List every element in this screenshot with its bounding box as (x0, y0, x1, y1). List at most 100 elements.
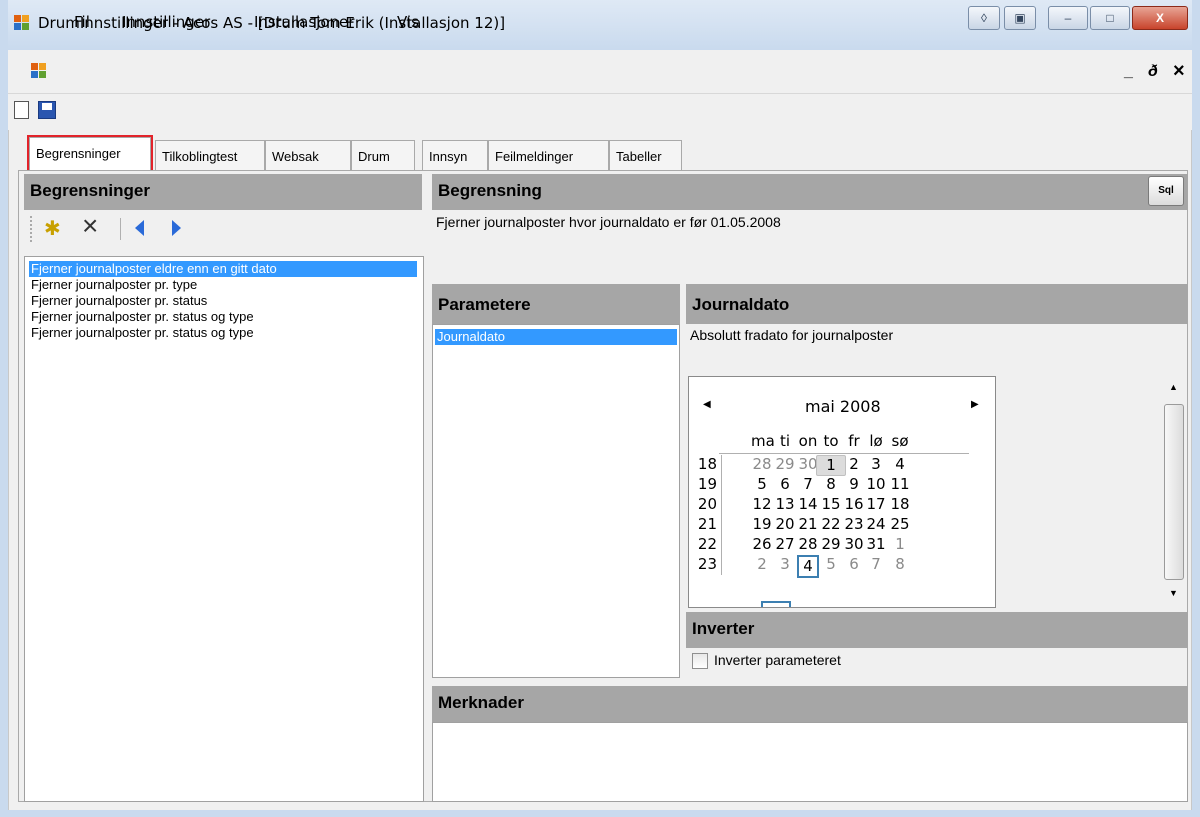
calendar-day[interactable]: 9 (843, 475, 865, 494)
mdi-restore-button[interactable]: ð (1148, 63, 1158, 81)
calendar-day[interactable]: 28 (797, 535, 819, 554)
calendar-day[interactable]: 28 (751, 455, 773, 474)
move-down-icon[interactable] (172, 220, 181, 236)
new-document-icon[interactable] (14, 101, 29, 119)
begrensninger-header: Begrensninger (24, 174, 422, 210)
calendar-day[interactable]: 22 (820, 515, 842, 534)
list-item[interactable]: Fjerner journalposter eldre enn en gitt … (29, 261, 417, 277)
calendar-day[interactable]: 25 (889, 515, 911, 534)
calendar-day[interactable]: 17 (865, 495, 887, 514)
calendar-header-divider (719, 453, 969, 454)
scroll-thumb[interactable] (1164, 404, 1184, 580)
calendar-day[interactable]: 13 (774, 495, 796, 514)
calendar-day-header: to (823, 432, 839, 450)
calendar-day[interactable]: 6 (774, 475, 796, 494)
tab-tilkoblingtest[interactable]: Tilkoblingtest (155, 140, 265, 170)
calendar-day[interactable]: 4 (797, 555, 819, 578)
delete-item-icon[interactable]: × (82, 210, 98, 242)
journaldato-description: Absolutt fradato for journalposter (690, 327, 894, 343)
prev-month-arrow[interactable]: ◀ (703, 399, 711, 410)
calendar-day-header: ti (779, 432, 791, 450)
inverter-checkbox-label[interactable]: Inverter parameteret (714, 652, 841, 668)
calendar-month-label[interactable]: mai 2008 (805, 397, 881, 416)
mdi-child-icon[interactable] (31, 63, 47, 79)
calendar-day[interactable]: 2 (843, 455, 865, 474)
calendar-day[interactable]: 30 (843, 535, 865, 554)
menu-fil[interactable]: Fil (74, 13, 90, 31)
inverter-checkbox[interactable] (692, 653, 708, 669)
tab-tabeller[interactable]: Tabeller (609, 140, 682, 170)
calendar-day[interactable]: 6 (843, 555, 865, 574)
calendar-day[interactable]: 20 (774, 515, 796, 534)
calendar-day[interactable]: 3 (774, 555, 796, 574)
mdi-minimize-button[interactable]: _ (1124, 63, 1133, 81)
caption-extra-left-icon[interactable]: ◊ (968, 6, 1000, 30)
calendar-day[interactable]: 23 (843, 515, 865, 534)
maximize-button[interactable]: □ (1090, 6, 1130, 30)
calendar-day[interactable]: 1 (816, 455, 846, 476)
calendar-day[interactable]: 7 (865, 555, 887, 574)
mdi-close-button[interactable]: × (1173, 60, 1185, 83)
calendar-day[interactable]: 5 (820, 555, 842, 574)
calendar-day[interactable]: 3 (865, 455, 887, 474)
calendar-day[interactable]: 10 (865, 475, 887, 494)
save-icon[interactable] (38, 101, 56, 119)
calendar-week-divider (721, 455, 722, 575)
list-item[interactable]: Fjerner journalposter pr. status (29, 293, 209, 309)
calendar-day[interactable]: 16 (843, 495, 865, 514)
minimize-button[interactable]: – (1048, 6, 1088, 30)
calendar-day[interactable]: 4 (889, 455, 911, 474)
begrensninger-list[interactable]: Fjerner journalposter eldre enn en gitt … (24, 256, 424, 802)
calendar-day[interactable]: 8 (889, 555, 911, 574)
calendar-week-number: 23 (697, 555, 717, 573)
calendar-day[interactable]: 11 (889, 475, 911, 494)
calendar-day[interactable]: 27 (774, 535, 796, 554)
calendar-day[interactable]: 1 (889, 535, 911, 554)
calendar-day[interactable]: 2 (751, 555, 773, 574)
merknader-textbox[interactable] (432, 722, 1188, 802)
calendar-day-header: on (798, 432, 818, 450)
calendar-day[interactable]: 8 (820, 475, 842, 494)
calendar-week-number: 18 (697, 455, 717, 473)
calendar-day[interactable]: 15 (820, 495, 842, 514)
tab-websak[interactable]: Websak (265, 140, 351, 170)
calendar-day-header: ma (751, 432, 775, 450)
tab-drum[interactable]: Drum (351, 140, 415, 170)
menu-vis[interactable]: Vis (397, 13, 419, 31)
calendar-day[interactable]: 5 (751, 475, 773, 494)
tab-feilmeldinger[interactable]: Feilmeldinger (488, 140, 609, 170)
month-calendar[interactable]: ◀ mai 2008 ▶ ma ti on to fr lø sø 18 28 29 30 1 2 3 4 1… (688, 376, 996, 608)
close-button[interactable]: X (1132, 6, 1188, 30)
calendar-day[interactable]: 29 (820, 535, 842, 554)
calendar-day[interactable]: 24 (865, 515, 887, 534)
menu-innstillinger[interactable]: Innstillinger (122, 13, 210, 31)
calendar-day[interactable]: 21 (797, 515, 819, 534)
calendar-day-header: lø (869, 432, 883, 450)
calendar-day-header: sø (891, 432, 909, 450)
add-item-icon[interactable]: ✱ (44, 216, 61, 241)
calendar-day[interactable]: 26 (751, 535, 773, 554)
list-item[interactable]: Fjerner journalposter pr. status og type (29, 309, 256, 325)
calendar-day[interactable]: 19 (751, 515, 773, 534)
next-month-arrow[interactable]: ▶ (971, 399, 979, 410)
calendar-day[interactable]: 18 (889, 495, 911, 514)
list-item[interactable]: Fjerner journalposter pr. status og type (29, 325, 256, 341)
window-frame-right (1192, 0, 1200, 817)
menu-installasjoner[interactable]: Installasjoner (254, 13, 354, 31)
calendar-day[interactable]: 29 (774, 455, 796, 474)
tab-innsyn[interactable]: Innsyn (422, 140, 488, 170)
parametere-list[interactable]: Journaldato (432, 324, 680, 678)
calendar-day[interactable]: 7 (797, 475, 819, 494)
scroll-down-arrow[interactable]: ▼ (1169, 588, 1178, 598)
scroll-up-arrow[interactable]: ▲ (1169, 382, 1178, 392)
list-item[interactable]: Fjerner journalposter pr. type (29, 277, 199, 293)
list-item[interactable]: Journaldato (435, 329, 677, 345)
vertical-scrollbar[interactable]: ▲ ▼ (1162, 370, 1186, 610)
move-up-icon[interactable] (135, 220, 144, 236)
sql-button[interactable]: Sql (1148, 176, 1184, 206)
calendar-day[interactable]: 14 (797, 495, 819, 514)
calendar-day[interactable]: 31 (865, 535, 887, 554)
calendar-day[interactable]: 12 (751, 495, 773, 514)
begrensning-description: Fjerner journalposter hvor journaldato e… (436, 214, 781, 230)
caption-extra-right-icon[interactable]: ▣ (1004, 6, 1036, 30)
